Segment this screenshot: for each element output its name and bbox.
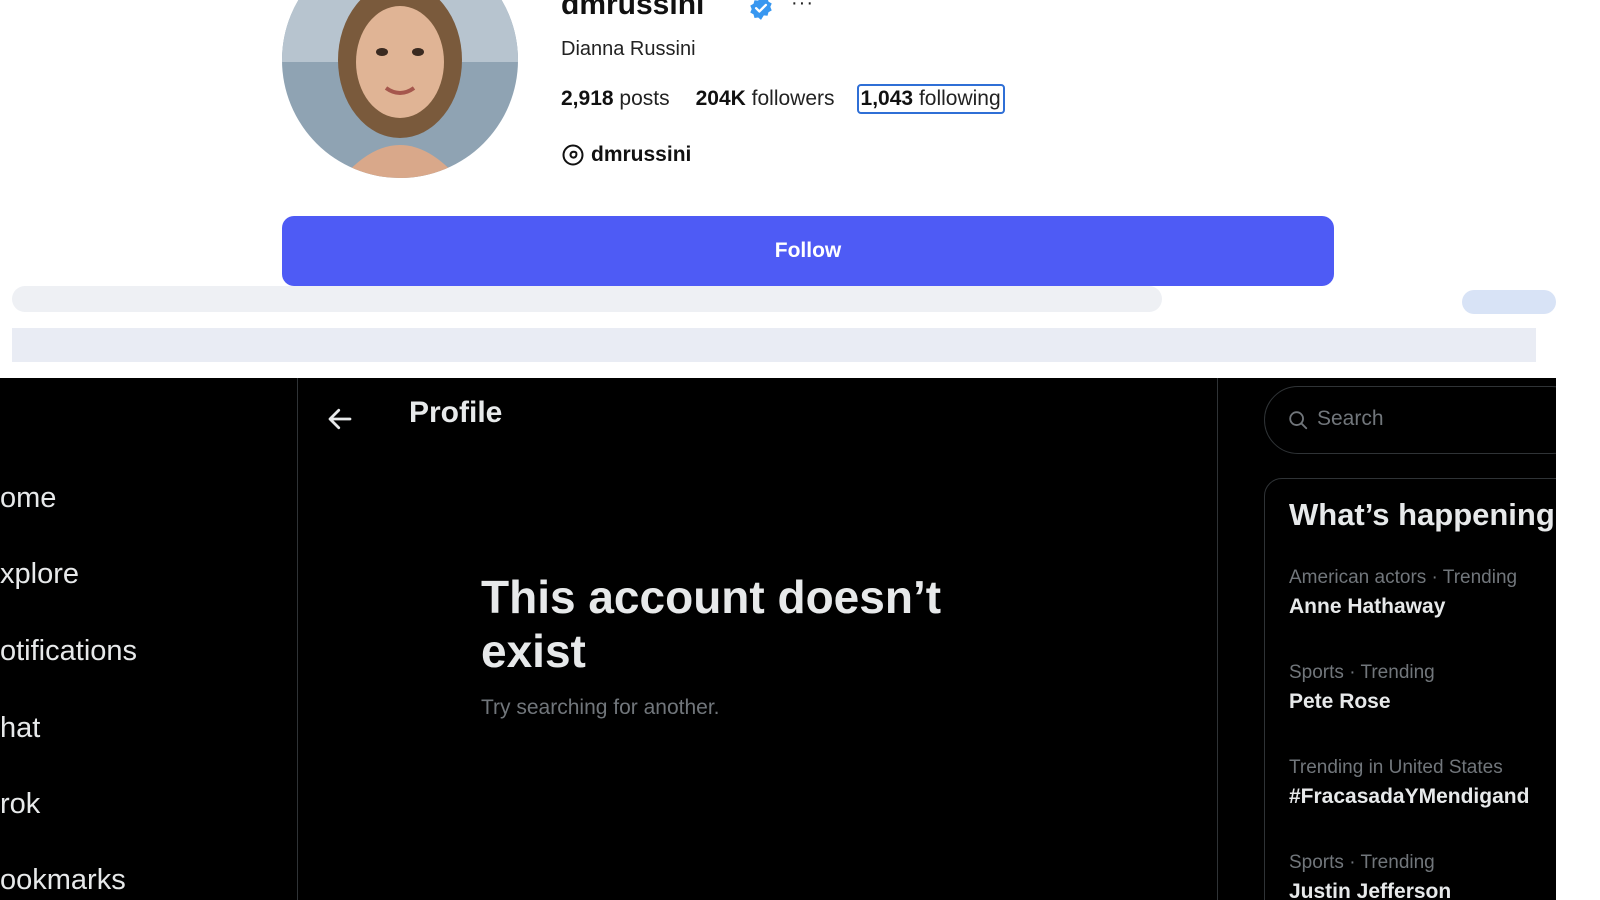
search-placeholder: Search bbox=[1317, 407, 1384, 430]
more-options-icon[interactable]: ··· bbox=[791, 0, 814, 15]
posts-count: 2,918 bbox=[561, 87, 614, 110]
whats-happening-panel: What’s happening American actors · Trend… bbox=[1264, 478, 1556, 900]
trend-item[interactable]: Trending in United States #FracasadaYMen… bbox=[1289, 757, 1529, 809]
followers-count: 204K bbox=[695, 87, 746, 110]
trend-meta: Sports · Trending bbox=[1289, 662, 1435, 683]
nav-item-bookmarks[interactable]: ookmarks bbox=[0, 864, 126, 897]
address-bar[interactable] bbox=[12, 286, 1162, 312]
stat-following[interactable]: 1,043 following bbox=[856, 84, 1005, 114]
profile-username: dmrussini bbox=[561, 0, 705, 21]
error-subtitle: Try searching for another. bbox=[481, 696, 720, 719]
browser-profile-button[interactable] bbox=[1462, 290, 1556, 314]
trend-meta: Trending in United States bbox=[1289, 757, 1503, 778]
nav-item-explore[interactable]: xplore bbox=[0, 558, 79, 591]
nav-item-chat[interactable]: hat bbox=[0, 712, 40, 745]
trend-item[interactable]: Sports · Trending Justin Jefferson bbox=[1289, 852, 1451, 900]
instagram-profile-header: dmrussini ··· Dianna Russini 2,918 posts… bbox=[0, 0, 1600, 298]
error-title: This account doesn’t exist bbox=[481, 571, 942, 677]
trend-meta: Sports · Trending bbox=[1289, 852, 1435, 873]
search-input[interactable]: Search bbox=[1264, 386, 1556, 454]
page-title: Profile bbox=[409, 396, 503, 429]
following-count: 1,043 bbox=[860, 87, 914, 110]
x-sidebar: ome xplore otifications hat rok ookmarks bbox=[0, 378, 298, 900]
threads-icon bbox=[562, 144, 584, 166]
trend-name: Justin Jefferson bbox=[1289, 880, 1452, 900]
nav-item-grok[interactable]: rok bbox=[0, 788, 40, 821]
trend-name: #FracasadaYMendigand bbox=[1289, 785, 1530, 808]
nav-item-home[interactable]: ome bbox=[0, 482, 56, 515]
follow-button[interactable]: Follow bbox=[282, 216, 1334, 286]
trend-name: Anne Hathaway bbox=[1289, 595, 1446, 618]
trend-meta: American actors · Trending bbox=[1289, 567, 1518, 588]
threads-link[interactable]: dmrussini bbox=[561, 143, 691, 167]
x-main-column: Profile This account doesn’t exist Try s… bbox=[297, 378, 1218, 900]
stat-followers[interactable]: 204K followers bbox=[696, 87, 835, 111]
x-page: ome xplore otifications hat rok ookmarks… bbox=[0, 378, 1556, 900]
posts-label: posts bbox=[619, 87, 670, 110]
x-right-sidebar: Search What’s happening American actors … bbox=[1217, 378, 1556, 900]
stat-posts: 2,918 posts bbox=[561, 87, 670, 111]
whats-happening-title: What’s happening bbox=[1289, 497, 1555, 532]
trend-item[interactable]: Sports · Trending Pete Rose bbox=[1289, 662, 1435, 714]
back-arrow-icon[interactable] bbox=[325, 404, 355, 434]
trend-item[interactable]: American actors · Trending Anne Hathaway bbox=[1289, 567, 1517, 619]
profile-stats: 2,918 posts 204K followers 1,043 followi… bbox=[561, 84, 1005, 114]
search-icon bbox=[1289, 411, 1308, 430]
verified-badge-icon bbox=[750, 0, 772, 20]
profile-full-name: Dianna Russini bbox=[561, 38, 696, 60]
bookmarks-bar bbox=[12, 328, 1536, 362]
followers-label: followers bbox=[751, 87, 835, 110]
nav-item-notifications[interactable]: otifications bbox=[0, 635, 137, 668]
trend-name: Pete Rose bbox=[1289, 690, 1391, 713]
profile-avatar[interactable] bbox=[282, 0, 518, 178]
browser-toolbar bbox=[0, 286, 1556, 316]
threads-handle: dmrussini bbox=[591, 143, 692, 166]
following-label: following bbox=[918, 87, 1001, 110]
